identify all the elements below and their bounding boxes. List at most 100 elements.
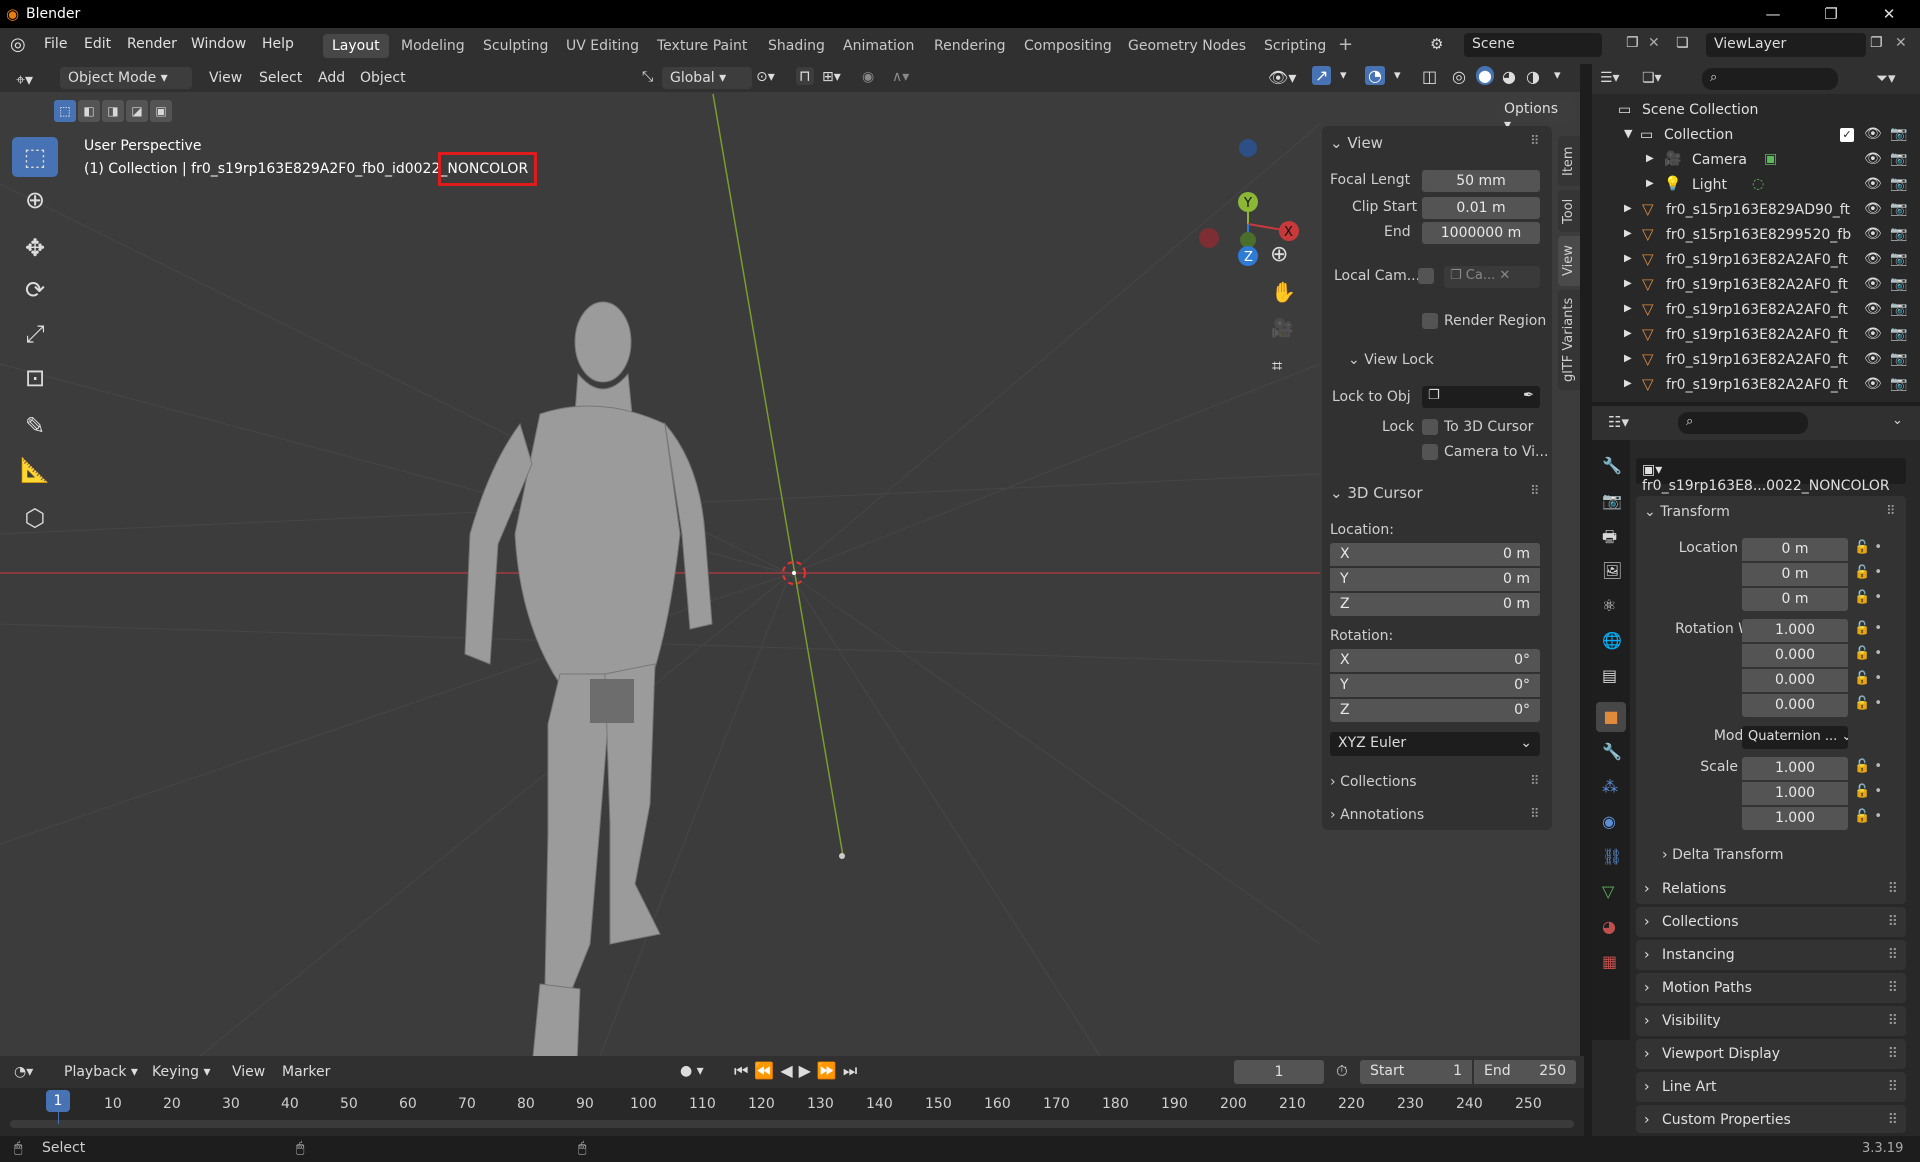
new-scene-icon[interactable]: ❐ [1626,35,1639,51]
visibility-icon[interactable]: 👁▾ [1268,68,1296,87]
collection-tab-icon[interactable]: ▤ [1602,666,1617,685]
xray-icon[interactable]: ◫ [1422,67,1437,86]
orientation-dropdown[interactable]: Global ▾ [662,67,752,89]
menu-window[interactable]: Window [191,36,246,52]
minimize-button[interactable]: — [1744,0,1802,28]
lock-icon[interactable]: 🔓 • [1854,646,1882,661]
expand-icon[interactable]: ▶ [1646,153,1654,164]
tab-view[interactable]: View [1558,236,1580,286]
options-dropdown[interactable]: Options ▾ [1496,98,1576,133]
tab-gltf-variants[interactable]: glTF Variants [1558,290,1580,390]
wireframe-shading-icon[interactable]: ◎ [1452,67,1466,86]
eye-icon[interactable]: 👁 [1864,276,1882,292]
falloff-icon[interactable]: ∧▾ [892,69,909,85]
properties-options-icon[interactable]: ⌄ [1892,413,1903,428]
render-camera-icon[interactable]: 📷 [1890,276,1907,292]
view-layer-icon[interactable]: ❏ [1676,35,1689,51]
tab-texture-paint[interactable]: Texture Paint [648,34,756,58]
collections-section[interactable]: › Collections [1330,774,1417,790]
drag-handle-icon[interactable]: ⠿ [1530,807,1540,822]
rotation-y-field[interactable]: 0.000 [1742,669,1848,692]
material-shading-icon[interactable]: ◕ [1502,67,1516,86]
delete-scene-icon[interactable]: ✕ [1648,35,1660,51]
outliner-object-row[interactable]: ▶ ▽ fr0_s19rp163E82A2AF0_ft 👁 📷 [1592,248,1920,273]
lock-icon[interactable]: 🔓 • [1854,590,1882,605]
start-frame-field[interactable]: Start 1 [1360,1060,1472,1084]
expand-icon[interactable]: ▶ [1624,228,1632,239]
maximize-button[interactable]: ❐ [1802,0,1860,28]
view-lock-header[interactable]: ⌄ View Lock [1348,352,1434,368]
display-mode-icon[interactable]: ❏▾ [1642,70,1662,86]
timeline-menu-keying[interactable]: Keying ▾ [148,1062,215,1082]
local-camera-checkbox[interactable] [1418,268,1434,284]
eye-icon[interactable]: 👁 [1864,176,1882,192]
local-camera-field[interactable]: ❐ Ca... ✕ [1444,266,1540,288]
modifier-tab-icon[interactable]: 🔧 [1602,742,1622,761]
cursor-tool-icon[interactable]: ⊕ [12,180,58,220]
select-box-tool-icon[interactable]: ⬚ [12,137,58,177]
timeline-editor-icon[interactable]: ◔▾ [14,1064,33,1080]
new-view-layer-icon[interactable]: ❐ [1870,35,1883,51]
drag-handle-icon[interactable]: ⠿ [1530,774,1540,789]
view-layer-field[interactable]: ViewLayer [1706,33,1866,57]
timeline-menu-marker[interactable]: Marker [278,1062,334,1082]
render-tab-icon[interactable]: 📷 [1602,491,1622,510]
3d-cursor-header[interactable]: ⌄ 3D Cursor [1330,484,1423,502]
drag-handle-icon[interactable]: ⠿ [1886,504,1896,519]
world-tab-icon[interactable]: 🌐 [1602,631,1622,650]
annotations-section[interactable]: › Annotations [1330,807,1424,823]
collection-checkbox[interactable]: ✓ [1840,128,1854,142]
delete-view-layer-icon[interactable]: ✕ [1895,35,1907,51]
properties-editor-icon[interactable]: ☷▾ [1608,413,1629,431]
timeline-menu-view[interactable]: View [228,1062,269,1082]
expand-icon[interactable]: ▶ [1646,178,1654,189]
material-tab-icon[interactable]: ◕ [1602,917,1616,936]
delta-transform-section[interactable]: › Delta Transform [1662,847,1784,863]
menu-edit[interactable]: Edit [84,36,111,52]
viewport-display-section[interactable]: › Viewport Display ⠿ [1636,1039,1906,1069]
lock-icon[interactable]: 🔓 • [1854,784,1882,799]
tab-layout[interactable]: Layout [323,34,389,58]
filter-icon[interactable]: ⏷▾ [1876,69,1896,87]
rotation-mode-dropdown[interactable]: XYZ Euler ⌄ [1330,732,1540,756]
outliner-object-row[interactable]: ▶ ▽ fr0_s19rp163E82A2AF0_ft 👁 📷 [1592,348,1920,373]
outliner-item-light[interactable]: ▶ 💡 Light ◌ 👁 📷 [1592,173,1920,198]
drag-handle-icon[interactable]: ⠿ [1530,134,1540,149]
render-camera-icon[interactable]: 📷 [1890,176,1907,192]
scale-x-field[interactable]: 1.000 [1742,757,1848,780]
properties-search-input[interactable]: ⌕ [1678,412,1808,434]
move-tool-icon[interactable]: ✥ [12,228,58,268]
render-region-checkbox[interactable] [1422,313,1438,329]
menu-help[interactable]: Help [262,36,294,52]
lock-to-object-field[interactable]: ❐ ✒ [1422,386,1540,408]
collections-section[interactable]: › Collections ⠿ [1636,907,1906,937]
gizmo-toggle-icon[interactable]: ↗ [1312,66,1332,85]
rotation-mode-dropdown[interactable]: Quaternion ... ⌄ [1742,726,1848,749]
close-button[interactable]: ✕ [1860,0,1918,28]
expand-icon[interactable]: ▶ [1624,378,1632,389]
eye-icon[interactable]: 👁 [1864,251,1882,267]
add-cube-tool-icon[interactable]: ⬡ [12,498,58,538]
tab-modeling[interactable]: Modeling [392,34,474,58]
orientation-icon[interactable]: ⤡ [642,69,653,85]
outliner-object-row[interactable]: ▶ ▽ fr0_s19rp163E82A2AF0_ft 👁 📷 [1592,273,1920,298]
view-section-header[interactable]: ⌄ View [1330,134,1383,152]
cursor-location-y[interactable]: Y 0 m [1330,568,1540,591]
current-frame-field[interactable]: 1 [1234,1060,1324,1084]
outliner-search-input[interactable]: ⌕ [1702,68,1838,90]
lock-icon[interactable]: 🔓 • [1854,671,1882,686]
lock-icon[interactable]: 🔓 • [1854,540,1882,555]
camera-view-icon[interactable]: 🎥 [1271,318,1293,339]
rotation-x-field[interactable]: 0.000 [1742,644,1848,667]
eye-icon[interactable]: 👁 [1864,326,1882,342]
transform-tool-icon[interactable]: ⊡ [12,358,58,398]
viewport-menu-object[interactable]: Object [356,68,410,88]
playhead[interactable]: 1 [46,1090,70,1112]
tool-tab-icon[interactable]: 🔧 [1602,456,1622,475]
pivot-icon[interactable]: ⊙▾ [756,69,775,85]
object-tab-icon[interactable]: ■ [1596,702,1626,732]
eye-icon[interactable]: 👁 [1864,376,1882,392]
eye-icon[interactable]: 👁 [1864,351,1882,367]
eye-icon[interactable]: 👁 [1864,151,1882,167]
outliner-object-row[interactable]: ▶ ▽ fr0_s19rp163E82A2AF0_ft 👁 📷 [1592,298,1920,323]
